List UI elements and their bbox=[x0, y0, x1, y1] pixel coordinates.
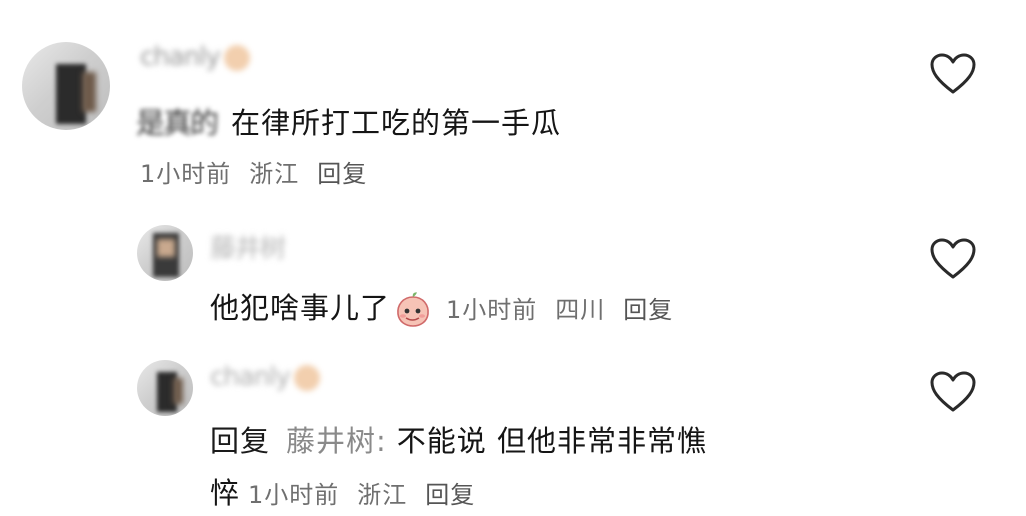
username-obscured[interactable]: chanly bbox=[210, 362, 320, 392]
avatar[interactable] bbox=[137, 225, 193, 281]
username-obscured[interactable]: chanly bbox=[140, 42, 250, 72]
reply-button[interactable]: 回复 bbox=[425, 481, 475, 509]
comment-text: 他犯啥事儿了 1小时前 四川 回复 bbox=[210, 285, 691, 329]
reply-prefix: 回复 bbox=[210, 424, 271, 458]
obscured-text: 是真的 bbox=[136, 106, 219, 140]
comment-meta: 1小时前 浙江 回复 bbox=[248, 481, 493, 509]
timestamp: 1小时前 bbox=[446, 296, 538, 324]
like-button[interactable] bbox=[929, 370, 977, 414]
location: 浙江 bbox=[249, 160, 300, 188]
comment-meta: 1小时前 四川 回复 bbox=[446, 296, 691, 324]
like-button[interactable] bbox=[929, 52, 977, 96]
timestamp: 1小时前 bbox=[248, 481, 340, 509]
comment-text: 回复 藤井树: 不能说 但他非常非常憔 bbox=[210, 424, 708, 458]
peach-face-emoji-icon bbox=[397, 292, 429, 327]
heart-outline-icon bbox=[930, 53, 976, 94]
timestamp: 1小时前 bbox=[140, 160, 232, 188]
reply-target-username[interactable]: 藤井树: bbox=[286, 424, 387, 458]
reply-button[interactable]: 回复 bbox=[623, 296, 673, 324]
like-button[interactable] bbox=[929, 237, 977, 281]
emoji-icon bbox=[223, 44, 250, 71]
reply-button[interactable]: 回复 bbox=[317, 160, 367, 188]
heart-outline-icon bbox=[930, 238, 976, 279]
location: 四川 bbox=[555, 296, 606, 324]
location: 浙江 bbox=[357, 481, 408, 509]
heart-outline-icon bbox=[930, 371, 976, 412]
emoji-icon bbox=[293, 364, 320, 391]
username-obscured[interactable]: 藤井树 bbox=[210, 228, 286, 265]
avatar[interactable] bbox=[137, 360, 193, 416]
comment-meta: 1小时前 浙江 回复 bbox=[140, 154, 385, 189]
comment-text: 是真的 在律所打工吃的第一手瓜 bbox=[136, 100, 561, 142]
comment-text-continued: 悴 1小时前 浙江 回复 bbox=[210, 470, 493, 512]
avatar[interactable] bbox=[22, 42, 110, 130]
